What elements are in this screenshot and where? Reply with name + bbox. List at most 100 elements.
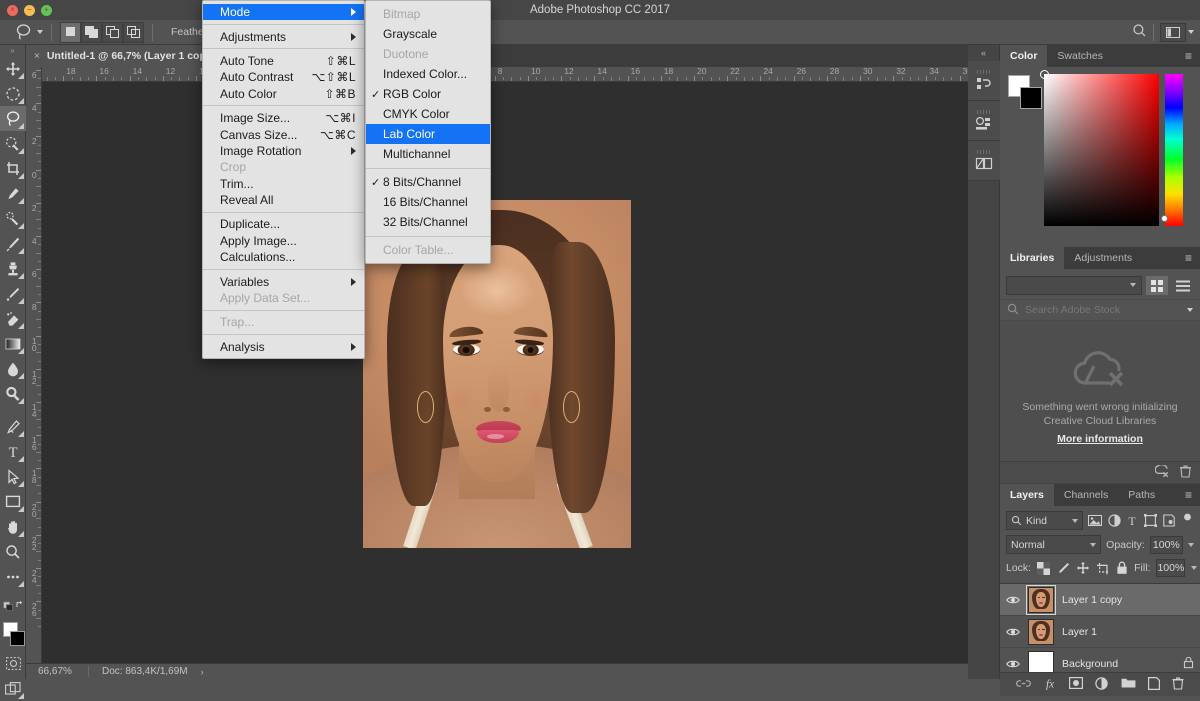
menu-item[interactable]: ✓8 Bits/Channel xyxy=(366,172,490,192)
canvas-area[interactable] xyxy=(42,82,968,663)
move-tool[interactable] xyxy=(0,56,26,81)
status-expand-icon[interactable]: › xyxy=(201,667,204,677)
menu-item[interactable]: Auto Color⇧⌘B xyxy=(203,86,364,102)
library-select[interactable] xyxy=(1006,276,1142,295)
horizontal-ruler[interactable]: 2018161412108642024681012141618202224262… xyxy=(42,67,968,82)
hue-slider[interactable] xyxy=(1165,74,1183,226)
layer-name[interactable]: Layer 1 copy xyxy=(1062,594,1122,606)
adjustment-filter-icon[interactable] xyxy=(1107,512,1120,529)
menu-item[interactable]: Apply Image... xyxy=(203,233,364,249)
layer-name[interactable]: Background xyxy=(1062,658,1118,670)
color-swatches[interactable] xyxy=(0,621,26,651)
minimize-window-button[interactable]: − xyxy=(24,5,35,16)
default-colors-and-swap[interactable] xyxy=(0,593,26,618)
menu-item[interactable]: Grayscale xyxy=(366,24,490,44)
intersect-with-selection-button[interactable] xyxy=(123,22,144,43)
mode-submenu[interactable]: BitmapGrayscaleDuotoneIndexed Color...✓R… xyxy=(365,0,491,264)
menu-item[interactable]: Trim... xyxy=(203,176,364,192)
panel-menu-icon[interactable]: ≡ xyxy=(1185,484,1200,506)
sync-error-icon[interactable] xyxy=(1155,465,1170,481)
menu-item[interactable]: ✓RGB Color xyxy=(366,84,490,104)
adobe-stock-search[interactable]: Search Adobe Stock xyxy=(1000,299,1200,321)
image-menu[interactable]: ModeAdjustmentsAuto Tone⇧⌘LAuto Contrast… xyxy=(202,0,365,359)
eyedropper-tool[interactable] xyxy=(0,181,26,206)
quick-mask-icon[interactable] xyxy=(0,651,26,676)
subtract-from-selection-button[interactable] xyxy=(102,22,123,43)
fill-chevron-down-icon[interactable] xyxy=(1191,566,1197,570)
edit-toolbar-button[interactable] xyxy=(0,564,26,589)
rectangle-tool[interactable] xyxy=(0,489,26,514)
layer-mask-icon[interactable] xyxy=(1069,677,1083,692)
history-panel-icon[interactable] xyxy=(968,61,1000,101)
tab-layers[interactable]: Layers xyxy=(1000,484,1054,506)
workspace-chevron-down-icon[interactable] xyxy=(1188,30,1194,34)
link-layers-icon[interactable] xyxy=(1016,679,1031,691)
menu-item[interactable]: Image Rotation xyxy=(203,143,364,159)
menu-item[interactable]: 32 Bits/Channel xyxy=(366,212,490,232)
brush-tool[interactable] xyxy=(0,231,26,256)
background-color-swatch[interactable] xyxy=(1020,87,1042,109)
menu-item[interactable]: Canvas Size...⌥⌘C xyxy=(203,126,364,142)
properties-panel-icon[interactable] xyxy=(968,101,1000,141)
lock-all-icon[interactable] xyxy=(1116,560,1128,577)
lock-position-icon[interactable] xyxy=(1076,560,1090,577)
list-view-icon[interactable] xyxy=(1172,276,1194,295)
type-filter-icon[interactable]: T xyxy=(1126,512,1139,529)
menu-item[interactable]: Variables xyxy=(203,273,364,289)
eye-icon[interactable] xyxy=(1006,595,1020,605)
layer-comps-panel-icon[interactable] xyxy=(968,141,1000,181)
clone-stamp-tool[interactable] xyxy=(0,256,26,281)
menu-item[interactable]: Multichannel xyxy=(366,144,490,164)
layer-thumbnail[interactable] xyxy=(1028,619,1054,645)
tab-libraries[interactable]: Libraries xyxy=(1000,247,1064,269)
tab-channels[interactable]: Channels xyxy=(1054,484,1118,506)
menu-item[interactable]: CMYK Color xyxy=(366,104,490,124)
hand-tool[interactable] xyxy=(0,514,26,539)
color-picker-field[interactable] xyxy=(1044,74,1159,226)
grid-view-icon[interactable] xyxy=(1146,276,1168,295)
path-selection-tool[interactable] xyxy=(0,464,26,489)
quick-selection-tool[interactable] xyxy=(0,131,26,156)
menu-item[interactable]: Reveal All xyxy=(203,192,364,208)
lock-image-pixels-icon[interactable] xyxy=(1056,560,1070,577)
color-picker-marker[interactable] xyxy=(1040,70,1049,79)
menu-item[interactable]: Auto Contrast⌥⇧⌘L xyxy=(203,69,364,85)
more-information-link[interactable]: More information xyxy=(1057,433,1143,445)
zoom-tool[interactable] xyxy=(0,539,26,564)
options-bar-gripper[interactable] xyxy=(0,20,10,45)
document-info[interactable]: Doc: 863,4K/1,69M xyxy=(88,666,188,677)
close-window-button[interactable]: × xyxy=(7,5,18,16)
lasso-tool[interactable] xyxy=(0,106,26,131)
document-tab[interactable]: × Untitled-1 @ 66,7% (Layer 1 cop xyxy=(26,45,216,67)
layer-name[interactable]: Layer 1 xyxy=(1062,626,1097,638)
lock-artboard-icon[interactable] xyxy=(1096,560,1110,577)
workspace-switcher-icon[interactable] xyxy=(1160,23,1186,42)
smart-object-filter-icon[interactable] xyxy=(1162,512,1175,529)
color-panel-swatches[interactable] xyxy=(1008,75,1042,109)
tab-paths[interactable]: Paths xyxy=(1118,484,1165,506)
eye-icon[interactable] xyxy=(1006,659,1020,669)
menu-item[interactable]: Auto Tone⇧⌘L xyxy=(203,53,364,69)
toolbar-gripper[interactable]: » xyxy=(0,45,25,56)
blur-tool[interactable] xyxy=(0,356,26,381)
blend-mode-select[interactable]: Normal xyxy=(1006,535,1101,554)
menu-item[interactable]: Mode xyxy=(203,4,364,20)
opacity-input[interactable]: 100% xyxy=(1150,536,1183,554)
pixel-filter-icon[interactable] xyxy=(1088,512,1102,529)
screen-mode-icon[interactable] xyxy=(0,676,26,701)
tab-adjustments[interactable]: Adjustments xyxy=(1064,247,1142,269)
crop-tool[interactable] xyxy=(0,156,26,181)
add-to-selection-button[interactable] xyxy=(81,22,102,43)
vertical-ruler[interactable]: 64202468101214161820222426 xyxy=(26,67,42,663)
current-tool-preset[interactable] xyxy=(14,22,43,42)
tab-swatches[interactable]: Swatches xyxy=(1047,45,1113,67)
history-brush-tool[interactable] xyxy=(0,281,26,306)
eraser-tool[interactable] xyxy=(0,306,26,331)
layer-thumbnail[interactable] xyxy=(1028,587,1054,613)
zoom-window-button[interactable]: + xyxy=(41,5,52,16)
menu-item[interactable]: Indexed Color... xyxy=(366,64,490,84)
menu-item[interactable]: Calculations... xyxy=(203,249,364,265)
new-group-icon[interactable] xyxy=(1121,677,1136,692)
opacity-chevron-down-icon[interactable] xyxy=(1188,543,1194,547)
panel-menu-icon[interactable]: ≡ xyxy=(1185,247,1200,269)
